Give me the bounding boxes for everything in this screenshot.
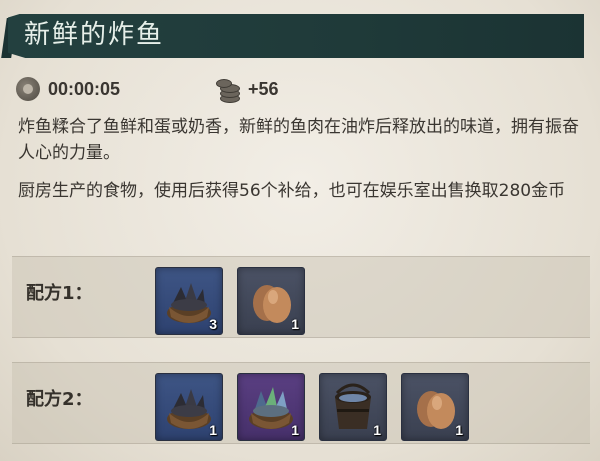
- ingredient-slot[interactable]: 1: [237, 373, 305, 441]
- ingredient-slot[interactable]: 1: [237, 267, 305, 335]
- item-detail-panel: 新鲜的炸鱼 00:00:05 +56 炸鱼糅合了鱼鲜和蛋或奶香，新鲜的鱼肉在油炸…: [0, 0, 600, 461]
- ingredient-count: 3: [209, 316, 217, 332]
- ingredient-slot[interactable]: 1: [401, 373, 469, 441]
- item-description: 炸鱼糅合了鱼鲜和蛋或奶香，新鲜的鱼肉在油炸后释放出的味道，拥有振奋人心的力量。: [18, 117, 579, 163]
- craft-time: 00:00:05: [16, 74, 120, 104]
- ingredient-slot[interactable]: 3: [155, 267, 223, 335]
- item-title: 新鲜的炸鱼: [24, 20, 165, 50]
- supply-reward: +56: [214, 74, 279, 104]
- recipe-row-2: 配方2： 1 1 1 1: [12, 362, 590, 444]
- ingredient-count: 1: [291, 422, 299, 438]
- ingredient-count: 1: [455, 422, 463, 438]
- ingredient-count: 1: [373, 422, 381, 438]
- supply-value: +56: [248, 78, 279, 99]
- ingredient-slot[interactable]: 1: [155, 373, 223, 441]
- item-usage-description: 厨房生产的食物，使用后获得56个补给，也可在娱乐室出售换取280金币: [18, 181, 566, 201]
- coin-stack-icon: [214, 76, 240, 103]
- recipe-row-1: 配方1： 3 1: [12, 256, 590, 338]
- ingredient-slot[interactable]: 1: [319, 373, 387, 441]
- ingredient-count: 1: [209, 422, 217, 438]
- clock-icon: [16, 77, 40, 101]
- recipe-label: 配方1：: [26, 283, 93, 304]
- craft-time-value: 00:00:05: [48, 78, 121, 99]
- ingredient-count: 1: [291, 316, 299, 332]
- recipe-label: 配方2：: [26, 389, 93, 410]
